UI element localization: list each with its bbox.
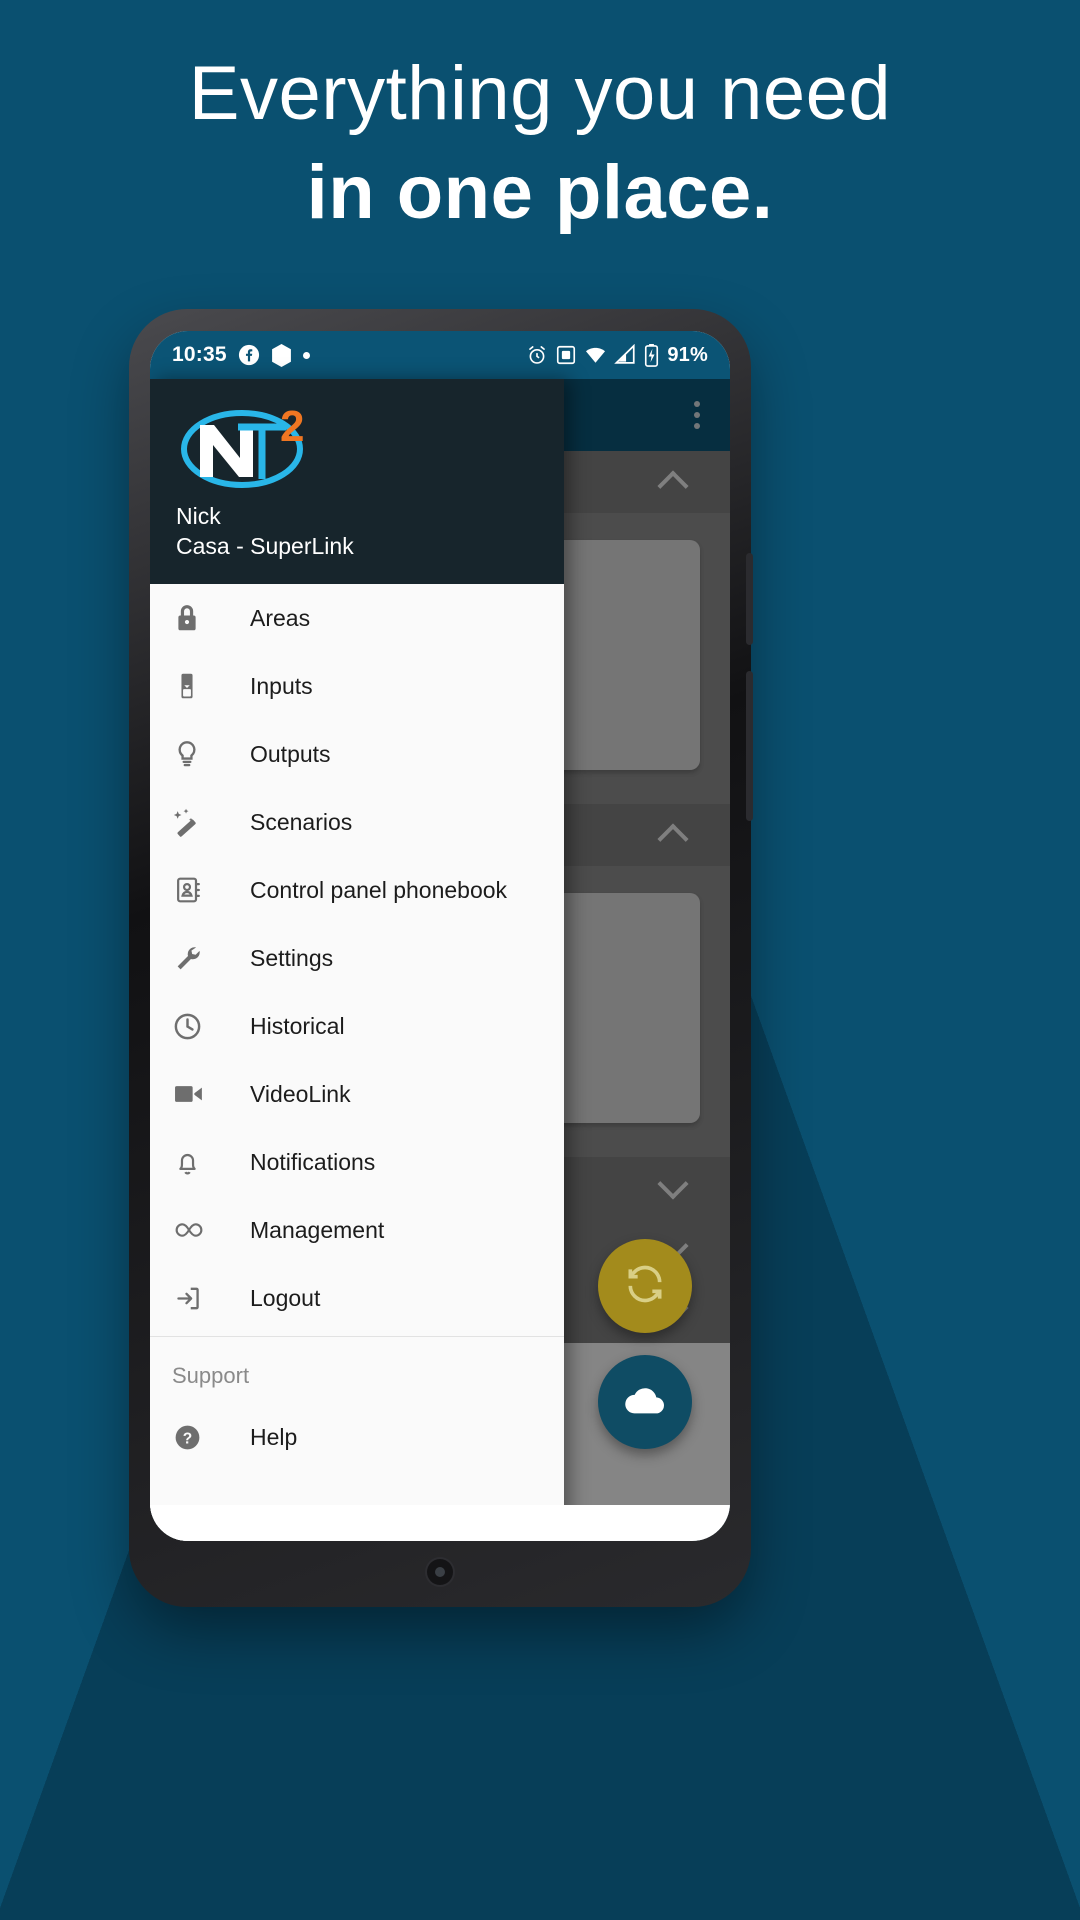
- menu-item-label: Scenarios: [250, 808, 353, 835]
- help-circle-icon: ?: [172, 1422, 232, 1453]
- menu-item-label: Notifications: [250, 1148, 376, 1175]
- svg-text:?: ?: [183, 1430, 192, 1447]
- navigation-bar: [150, 1505, 730, 1541]
- menu-item-control-panel-phonebook[interactable]: Control panel phonebook: [150, 856, 564, 924]
- drawer-user-name: Nick: [176, 503, 221, 529]
- facebook-icon: [238, 344, 260, 366]
- infinity-icon: [172, 1216, 232, 1244]
- contacts-icon: [172, 874, 232, 906]
- cloud-icon: [622, 1377, 668, 1428]
- menu-item-label: Areas: [250, 604, 311, 631]
- signal-icon: [614, 344, 637, 366]
- menu-item-label: Management: [250, 1216, 385, 1243]
- drawer-menu: Areas Inputs Outputs Scenarios Control p…: [150, 584, 564, 1541]
- magic-wand-icon: [172, 806, 232, 838]
- menu-item-scenarios[interactable]: Scenarios: [150, 788, 564, 856]
- menu-item-logout[interactable]: Logout: [150, 1264, 564, 1332]
- drawer-support-section: Support ? Help: [150, 1337, 564, 1471]
- headline-line-1: Everything you need: [188, 51, 892, 136]
- power-button[interactable]: [746, 553, 753, 645]
- status-bar: 10:35 91%: [150, 331, 730, 379]
- menu-item-label: Historical: [250, 1012, 345, 1039]
- menu-item-settings[interactable]: Settings: [150, 924, 564, 992]
- menu-item-historical[interactable]: Historical: [150, 992, 564, 1060]
- dot-icon: [302, 351, 310, 359]
- menu-item-management[interactable]: Management: [150, 1196, 564, 1264]
- logout-icon: [172, 1283, 232, 1314]
- menu-item-label: Control panel phonebook: [250, 876, 508, 903]
- phone-screen: 10:35 91% 2 Nick Casa - SuperLink Areas …: [150, 331, 730, 1541]
- menu-item-outputs[interactable]: Outputs: [150, 720, 564, 788]
- menu-item-help[interactable]: ? Help: [150, 1403, 564, 1471]
- wrench-icon: [172, 942, 232, 974]
- menu-item-label: Settings: [250, 944, 334, 971]
- clock-icon: [172, 1011, 232, 1042]
- menu-item-label: Help: [250, 1423, 298, 1450]
- menu-item-videolink[interactable]: VideoLink: [150, 1060, 564, 1128]
- support-section-title: Support: [172, 1363, 250, 1388]
- app-logo: 2: [176, 401, 538, 497]
- screen-record-icon: [555, 344, 577, 366]
- volume-button[interactable]: [746, 671, 753, 821]
- drawer-header: 2 Nick Casa - SuperLink: [150, 379, 564, 584]
- svg-text:2: 2: [280, 403, 304, 451]
- menu-item-label: Inputs: [250, 672, 313, 699]
- menu-item-label: Outputs: [250, 740, 331, 767]
- menu-item-inputs[interactable]: Inputs: [150, 652, 564, 720]
- bell-icon: [172, 1146, 232, 1178]
- sync-icon: [623, 1262, 667, 1311]
- sensor-icon: [172, 670, 232, 702]
- videocam-icon: [172, 1079, 232, 1109]
- lock-icon: [172, 602, 232, 634]
- menu-item-label: Logout: [250, 1284, 321, 1311]
- cloud-fab[interactable]: [598, 1355, 692, 1449]
- phone-device: 10:35 91% 2 Nick Casa - SuperLink Areas …: [129, 309, 753, 1607]
- status-bar-time: 10:35: [172, 343, 227, 366]
- navigation-drawer: 2 Nick Casa - SuperLink Areas Inputs Out…: [150, 379, 564, 1541]
- menu-item-areas[interactable]: Areas: [150, 584, 564, 652]
- battery-charging-icon: [644, 343, 659, 367]
- wifi-icon: [584, 344, 607, 366]
- sync-fab[interactable]: [598, 1239, 692, 1333]
- hexagon-icon: [271, 343, 292, 367]
- drawer-user-site: Casa - SuperLink: [176, 533, 354, 560]
- alarm-icon: [526, 344, 548, 366]
- menu-item-notifications[interactable]: Notifications: [150, 1128, 564, 1196]
- headline-line-2: in one place.: [306, 150, 774, 236]
- lightbulb-icon: [172, 738, 232, 770]
- device-sensor: [427, 1559, 453, 1585]
- promo-headline: Everything you need in one place.: [0, 50, 1080, 237]
- menu-item-label: VideoLink: [250, 1080, 351, 1107]
- battery-percentage: 91%: [667, 343, 708, 366]
